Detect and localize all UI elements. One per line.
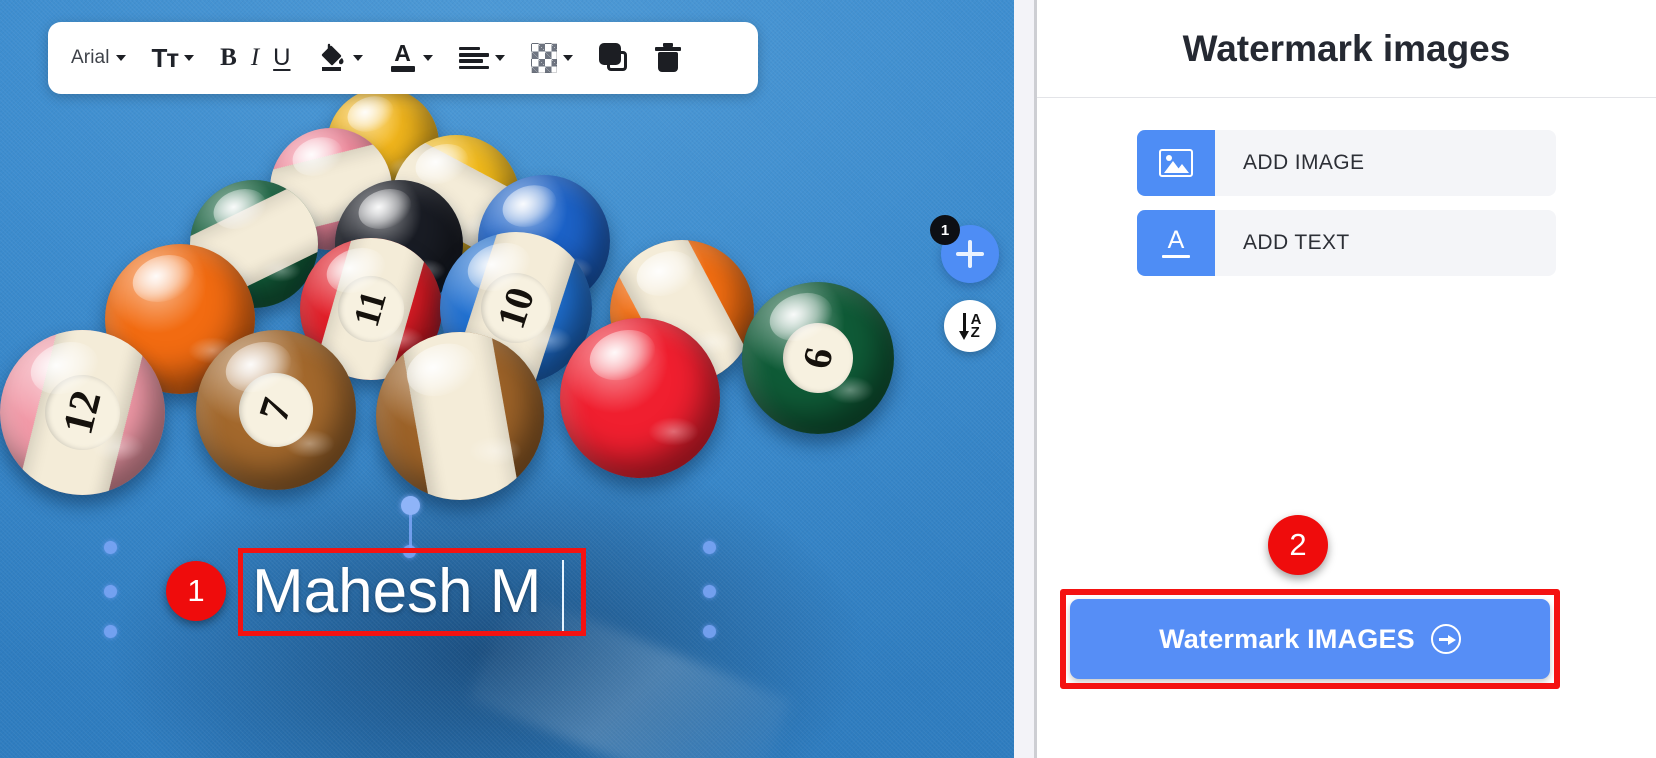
billiard-ball: 12 [0, 330, 165, 495]
text-color-button[interactable]: A [382, 34, 440, 82]
text-color-letter: A [394, 40, 411, 66]
chevron-down-icon [352, 55, 363, 61]
italic-button[interactable]: I [244, 34, 266, 82]
sort-az-icon: A Z [970, 312, 982, 341]
text-a-icon: A [1162, 228, 1190, 258]
text-color-icon: A [389, 42, 417, 74]
image-icon [1159, 149, 1193, 177]
checkerboard-opacity-icon [530, 43, 557, 73]
sort-letter-z: Z [970, 324, 980, 341]
billiard-ball: 6 [742, 282, 894, 434]
text-color-swatch [390, 66, 415, 72]
text-format-toolbar[interactable]: Arial Tт B I U A [48, 22, 758, 94]
annotation-highlight-cta [1060, 589, 1560, 689]
paint-bucket-icon [317, 42, 347, 74]
image-icon-wrap [1137, 130, 1215, 196]
ball-highlight-secondary [284, 429, 336, 458]
font-family-dropdown[interactable]: Arial [64, 34, 133, 82]
app-root: 11 10 6 12 7 Arial Tт B I U A Mahesh M 1… [0, 0, 1656, 758]
canvas-scrollbar-track[interactable] [1014, 0, 1034, 758]
layers-icon [598, 43, 629, 73]
selection-handle-left-top[interactable] [104, 541, 117, 554]
align-button[interactable] [452, 34, 512, 82]
italic-icon: I [250, 44, 260, 71]
step-badge-1: 1 [166, 561, 226, 621]
plus-icon [956, 240, 984, 268]
font-size-dropdown[interactable]: Tт [145, 34, 202, 82]
chevron-down-icon [422, 55, 433, 61]
selection-handle-right-bottom[interactable] [703, 625, 716, 638]
add-image-label: ADD IMAGE [1243, 151, 1365, 174]
chevron-down-icon [494, 55, 505, 61]
page-title: Watermark images [1182, 27, 1511, 69]
underline-button[interactable]: U [266, 34, 297, 82]
editor-canvas[interactable]: 11 10 6 12 7 Arial Tт B I U A Mahesh M 1… [0, 0, 1014, 758]
sort-az-fab[interactable]: A Z [944, 300, 996, 352]
selection-handle-left-bottom[interactable] [104, 625, 117, 638]
chevron-down-icon [562, 55, 573, 61]
billiard-ball [376, 332, 544, 500]
chevron-down-icon [115, 55, 126, 61]
add-image-button[interactable]: ADD IMAGE [1137, 130, 1556, 196]
bold-button[interactable]: B [213, 34, 244, 82]
selection-handle-right-top[interactable] [703, 541, 716, 554]
trash-icon [654, 43, 681, 73]
font-family-label: Arial [71, 47, 110, 68]
underline-icon: U [273, 44, 291, 71]
rotate-handle[interactable] [401, 496, 420, 515]
layers-button[interactable] [592, 34, 636, 82]
bold-icon: B [220, 44, 237, 71]
billiard-ball [560, 318, 720, 478]
align-left-icon [458, 47, 489, 69]
delete-button[interactable] [648, 34, 688, 82]
watermark-count-badge: 1 [930, 215, 960, 245]
add-text-label: ADD TEXT [1243, 231, 1350, 254]
font-size-icon: Tт [151, 42, 180, 73]
chevron-down-icon [184, 55, 195, 61]
ball-highlight-secondary [648, 417, 700, 446]
panel-action-list: ADD IMAGE A ADD TEXT [1037, 98, 1656, 276]
text-a-icon-wrap: A [1137, 210, 1215, 276]
add-text-button[interactable]: A ADD TEXT [1137, 210, 1556, 276]
selection-handle-right-middle[interactable] [703, 585, 716, 598]
ball-highlight-secondary [825, 376, 875, 404]
annotation-highlight-text [238, 548, 586, 636]
ball-highlight-secondary [90, 432, 144, 462]
selection-handle-left-middle[interactable] [104, 585, 117, 598]
step-badge-2: 2 [1268, 515, 1328, 575]
arrow-down-icon [958, 312, 970, 340]
billiard-ball: 7 [196, 330, 356, 490]
panel-header: Watermark images [1037, 0, 1656, 98]
opacity-button[interactable] [524, 34, 580, 82]
fill-color-button[interactable] [310, 34, 370, 82]
